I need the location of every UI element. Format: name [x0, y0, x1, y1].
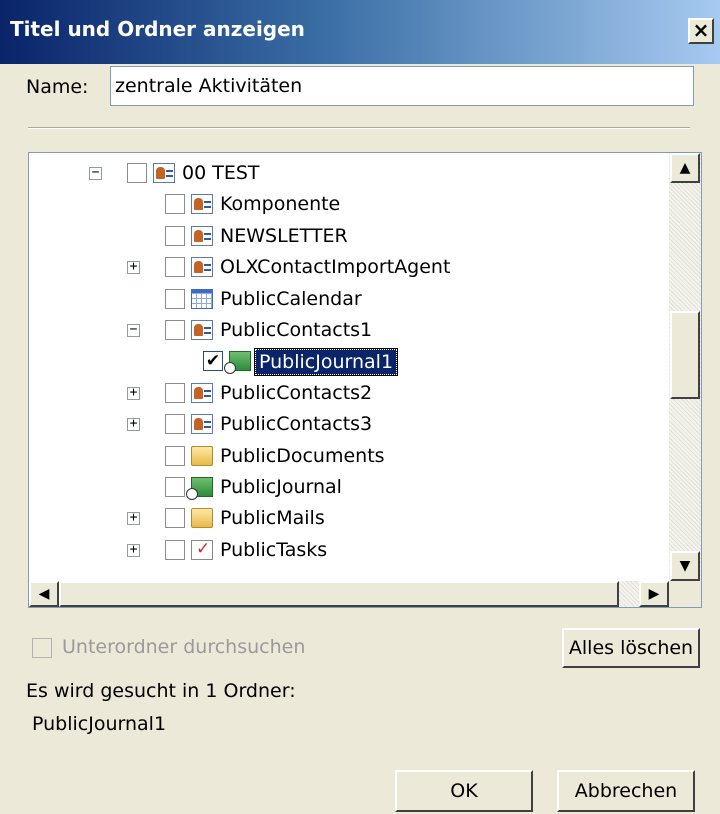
tree-row[interactable]: + OLXContactImportAgent — [29, 253, 669, 284]
tree-item-checkbox[interactable] — [127, 163, 147, 183]
tree-item-checkbox[interactable] — [165, 508, 185, 529]
clear-all-button[interactable]: Alles löschen — [562, 628, 700, 668]
folder-tree-items: − 00 TEST Komponente NEWSLETTER + OLXContactI… — [29, 153, 669, 581]
separator — [28, 127, 690, 129]
contacts-icon — [191, 225, 213, 246]
tree-item-label[interactable]: PublicContacts2 — [217, 381, 375, 405]
search-subfolders-label: Unterordner durchsuchen — [62, 636, 306, 658]
tree-row[interactable]: + PublicContacts2 — [29, 379, 669, 410]
scroll-left-button[interactable]: ◀ — [29, 581, 59, 607]
tree-item-checkbox[interactable] — [165, 257, 185, 278]
tree-item-checkbox[interactable] — [165, 382, 185, 403]
tree-item-checkbox[interactable] — [165, 320, 185, 340]
contacts-icon — [191, 257, 213, 278]
tree-item-label[interactable]: PublicJournal — [217, 475, 345, 499]
tree-item-label[interactable]: PublicTasks — [217, 538, 330, 562]
tree-row[interactable]: − 00 TEST — [29, 159, 669, 190]
vertical-scrollbar[interactable]: ▲ ▼ — [669, 153, 701, 581]
scrollbar-corner — [669, 581, 701, 607]
tree-item-label[interactable]: PublicContacts3 — [217, 412, 375, 436]
tree-item-checkbox[interactable] — [165, 288, 185, 309]
expand-icon[interactable]: + — [127, 260, 140, 275]
cancel-button[interactable]: Abbrechen — [557, 770, 695, 812]
contacts-icon — [191, 382, 213, 403]
searched-folders: PublicJournal1 — [32, 713, 167, 735]
tree-item-checkbox[interactable] — [165, 414, 185, 435]
tree-item-label[interactable]: PublicMails — [217, 506, 328, 530]
search-subfolders-checkbox — [32, 638, 52, 658]
tree-item-label[interactable]: Komponente — [217, 192, 343, 216]
name-input[interactable] — [110, 66, 694, 106]
title-bar: Titel und Ordner anzeigen × — [0, 0, 720, 64]
tree-row[interactable]: ✔ PublicJournal1 — [29, 347, 669, 378]
tree-item-label[interactable]: PublicContacts1 — [217, 318, 375, 342]
journal-icon — [186, 477, 213, 500]
tree-item-label[interactable]: PublicCalendar — [217, 287, 365, 311]
scroll-right-button[interactable]: ▶ — [639, 581, 669, 607]
contacts-icon — [191, 194, 213, 215]
tree-row[interactable]: Komponente — [29, 190, 669, 221]
contacts-icon — [191, 414, 213, 435]
collapse-icon[interactable]: − — [89, 166, 102, 180]
journal-icon — [224, 351, 251, 375]
tree-item-label[interactable]: OLXContactImportAgent — [217, 255, 453, 279]
folder-icon — [191, 508, 213, 529]
search-info-text: Es wird gesucht in 1 Ordner: — [26, 680, 296, 702]
tree-item-checkbox[interactable] — [165, 225, 185, 246]
tree-row[interactable]: + PublicContacts3 — [29, 410, 669, 441]
expand-icon[interactable]: + — [127, 417, 140, 432]
contacts-icon — [191, 320, 213, 340]
tree-item-checkbox[interactable] — [165, 477, 185, 497]
tree-row[interactable]: NEWSLETTER — [29, 222, 669, 253]
calendar-icon — [191, 288, 213, 309]
ok-button[interactable]: OK — [395, 770, 533, 812]
folder-icon — [191, 445, 213, 466]
expand-icon[interactable]: + — [127, 543, 140, 557]
tree-item-label[interactable]: NEWSLETTER — [217, 224, 351, 248]
tree-item-label[interactable]: 00 TEST — [179, 161, 263, 185]
window-title: Titel und Ordner anzeigen — [10, 17, 305, 41]
expand-icon[interactable]: + — [127, 511, 140, 526]
tree-item-checkbox[interactable] — [165, 445, 185, 466]
tree-row[interactable]: − PublicContacts1 — [29, 316, 669, 347]
horizontal-scroll-thumb[interactable] — [59, 581, 619, 607]
tree-item-label[interactable]: PublicDocuments — [217, 444, 388, 468]
scroll-up-button[interactable]: ▲ — [670, 153, 700, 183]
tree-item-checkbox[interactable]: ✔ — [203, 351, 223, 372]
scroll-down-button[interactable]: ▼ — [670, 551, 700, 581]
contacts-icon — [153, 163, 175, 183]
tree-item-checkbox[interactable] — [165, 539, 185, 560]
horizontal-scrollbar[interactable]: ◀ ▶ — [29, 581, 669, 607]
tree-row[interactable]: PublicJournal — [29, 473, 669, 504]
tree-row[interactable]: + PublicMails — [29, 504, 669, 535]
vertical-scroll-thumb[interactable] — [670, 311, 700, 399]
tree-item-label[interactable]: PublicJournal1 — [253, 348, 399, 377]
folder-tree[interactable]: − 00 TEST Komponente NEWSLETTER + OLXContactI… — [28, 152, 702, 608]
name-label: Name: — [26, 76, 89, 98]
expand-icon[interactable]: + — [127, 386, 140, 400]
tree-row[interactable]: PublicCalendar — [29, 285, 669, 316]
tree-item-checkbox[interactable] — [165, 194, 185, 215]
collapse-icon[interactable]: − — [127, 323, 140, 337]
tree-row[interactable]: + ✓ PublicTasks — [29, 536, 669, 567]
close-button[interactable]: × — [688, 18, 714, 44]
tasks-icon: ✓ — [191, 539, 213, 560]
tree-row[interactable]: PublicDocuments — [29, 442, 669, 473]
